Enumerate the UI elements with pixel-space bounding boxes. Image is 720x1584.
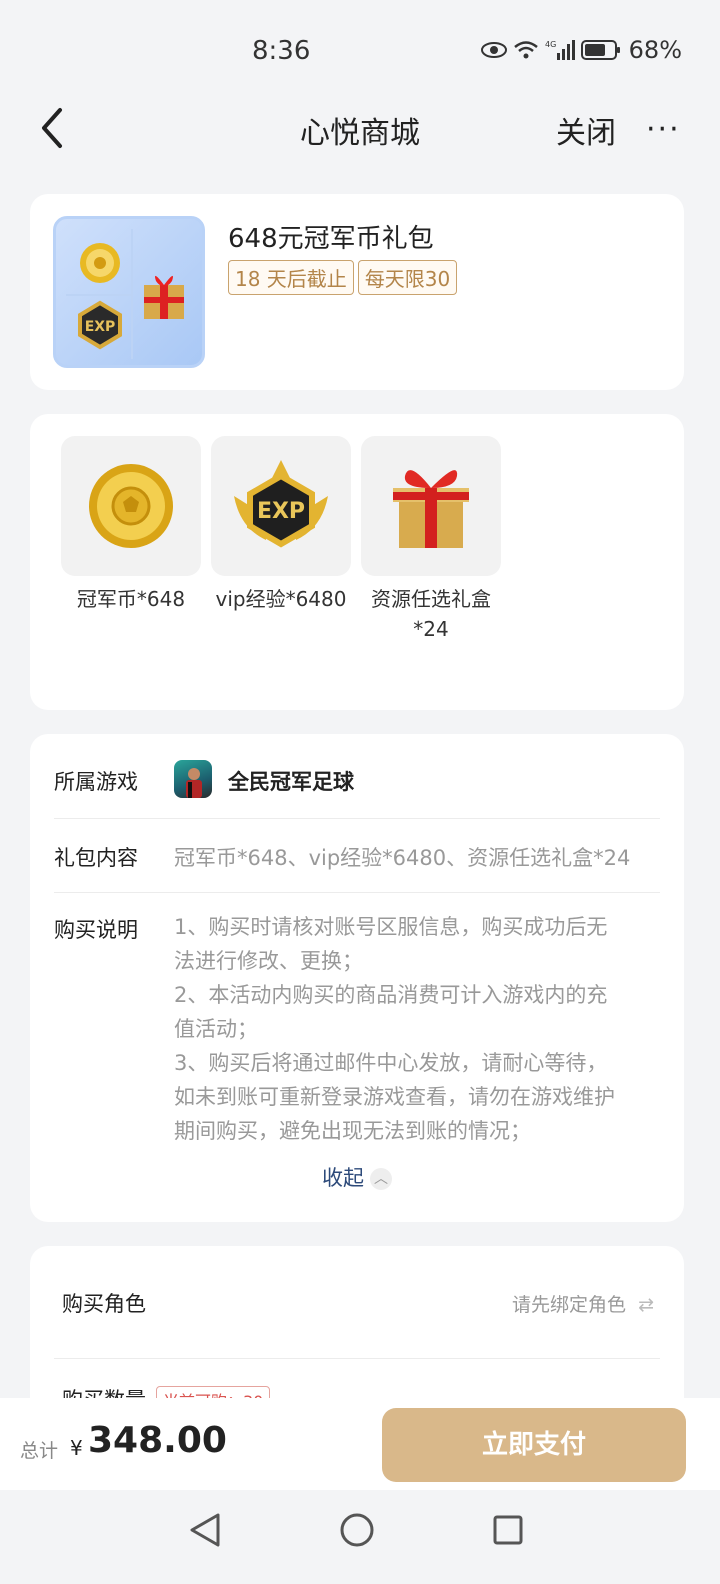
bind-role-hint: 请先绑定角色 — [512, 1294, 627, 1316]
total-label: 总计 — [20, 1440, 59, 1462]
desc-line: 如未到账可重新登录游戏查看，请勿在游戏维护 — [174, 1085, 615, 1109]
daily-limit-tag: 每天限30 — [357, 260, 458, 295]
product-title: 648元冠军币礼包 — [228, 224, 434, 254]
divider — [54, 892, 660, 893]
battery-percent: 68% — [628, 36, 682, 64]
items-card: 冠军币*648 EXP vip经验*6480 资源任选礼盒 *24 — [30, 414, 684, 710]
svg-text:EXP: EXP — [85, 319, 116, 335]
bind-role-button[interactable]: 请先绑定角色 ⇄ — [512, 1290, 654, 1317]
battery-icon — [580, 40, 620, 60]
item-box — [361, 436, 501, 576]
divider — [54, 818, 660, 819]
swap-icon: ⇄ — [638, 1294, 654, 1316]
wifi-icon — [513, 41, 538, 59]
item-box: EXP — [211, 436, 351, 576]
desc-line: 值活动； — [174, 1017, 258, 1041]
bundle-preview-icon: EXP — [66, 229, 184, 359]
pay-bar: 总计 ¥ 348.00 立即支付 — [0, 1398, 720, 1490]
close-button[interactable]: 关闭 — [556, 108, 616, 152]
info-card: 所属游戏 全民冠军足球 礼包内容 冠军币*648、vip经验*6480、资源任选… — [30, 734, 684, 1222]
status-right: 4G 68% — [480, 36, 682, 64]
currency-symbol: ¥ — [70, 1436, 83, 1460]
status-bar: 8:36 4G 68% — [0, 0, 720, 100]
chevron-up-icon: ︿ — [370, 1168, 392, 1190]
system-nav-bar — [0, 1490, 720, 1584]
more-menu-button[interactable]: ··· — [646, 112, 681, 147]
desc-text: 1、购买时请核对账号区服信息，购买成功后无 法进行修改、更换； 2、本活动内购买… — [174, 910, 660, 1148]
item-label: 冠军币*648 — [76, 587, 186, 611]
signal-icon: 4G — [545, 40, 575, 60]
exp-badge-icon: EXP — [234, 460, 328, 548]
product-thumbnail: EXP — [53, 216, 205, 368]
item-label: 资源任选礼盒 *24 — [361, 584, 501, 644]
desc-line: 期间购买，避免出现无法到账的情况； — [174, 1119, 531, 1143]
desc-line: 3、购买后将通过邮件中心发放，请耐心等待， — [174, 1051, 608, 1075]
deadline-tag: 18 天后截止 — [228, 260, 354, 295]
game-app-icon — [174, 760, 212, 798]
item-box — [61, 436, 201, 576]
game-name: 全民冠军足球 — [228, 770, 354, 794]
status-time: 8:36 — [252, 36, 311, 66]
item-label-line: 资源任选礼盒 — [371, 587, 491, 611]
recents-square-icon[interactable] — [492, 1514, 524, 1546]
collapse-button[interactable]: 收起 ︿ — [30, 1162, 684, 1192]
item-gift[interactable]: 资源任选礼盒 *24 — [361, 436, 501, 644]
role-key: 购买角色 — [62, 1292, 146, 1316]
product-card: EXP 648元冠军币礼包 18 天后截止 每天限30 — [30, 194, 684, 390]
item-exp[interactable]: EXP vip经验*6480 — [211, 436, 351, 614]
divider — [54, 1358, 660, 1359]
gift-box-icon — [393, 470, 469, 548]
back-arrow-icon[interactable] — [34, 106, 74, 150]
content-key: 礼包内容 — [54, 846, 138, 870]
total-amount: 348.00 — [88, 1420, 227, 1461]
desc-line: 1、购买时请核对账号区服信息，购买成功后无 — [174, 915, 608, 939]
item-label-line: *24 — [413, 617, 449, 641]
item-label: vip经验*6480 — [215, 587, 347, 611]
nav-bar: 心悦商城 关闭 ··· — [0, 96, 720, 160]
svg-text:4G: 4G — [545, 40, 556, 49]
content-value: 冠军币*648、vip经验*6480、资源任选礼盒*24 — [174, 846, 631, 870]
pay-button[interactable]: 立即支付 — [382, 1408, 686, 1482]
product-tags: 18 天后截止 每天限30 — [228, 260, 458, 295]
home-circle-icon[interactable] — [339, 1512, 375, 1548]
status-icons: 4G — [480, 39, 621, 61]
desc-line: 法进行修改、更换； — [174, 949, 363, 973]
eye-icon — [480, 42, 507, 58]
svg-text:EXP: EXP — [257, 499, 305, 524]
item-coin[interactable]: 冠军币*648 — [61, 436, 201, 614]
back-triangle-icon[interactable] — [188, 1512, 222, 1548]
game-key: 所属游戏 — [54, 770, 138, 794]
collapse-label: 收起 — [322, 1166, 364, 1190]
desc-key: 购买说明 — [54, 918, 138, 942]
gold-coin-icon — [89, 464, 173, 548]
desc-line: 2、本活动内购买的商品消费可计入游戏内的充 — [174, 983, 608, 1007]
